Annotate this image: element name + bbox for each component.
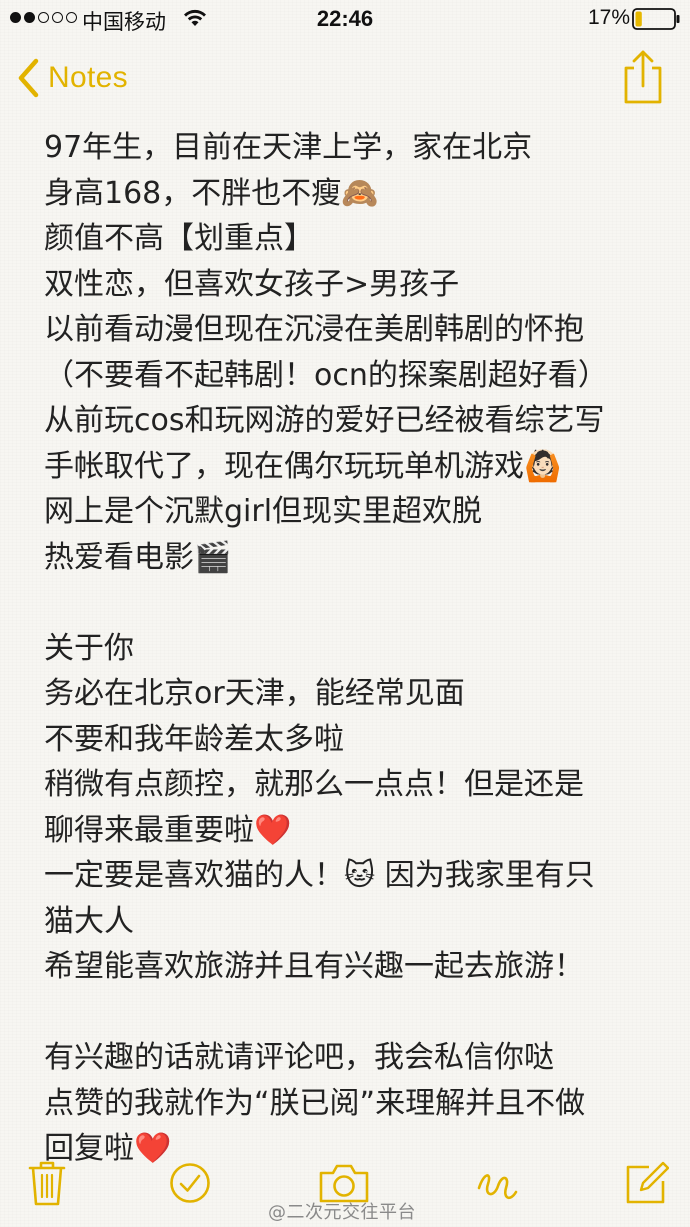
share-icon[interactable] bbox=[620, 48, 666, 106]
note-line: 双性恋，但喜欢女孩子>男孩子 bbox=[44, 266, 460, 302]
note-line: 颜值不高【划重点】 bbox=[44, 221, 314, 256]
note-line: （不要看不起韩剧！ocn的探案剧超好看） bbox=[44, 357, 608, 393]
note-line: 聊得来最重要啦❤️ bbox=[44, 812, 292, 848]
note-text-body[interactable]: 97年生，目前在天津上学，家在北京 身高168，不胖也不瘦🙈 颜值不高【划重点】双性… bbox=[44, 125, 664, 1172]
checkmark-icon[interactable] bbox=[169, 1162, 211, 1204]
note-line: 点赞的我就作为“朕已阅”来理解并且不做 bbox=[44, 1085, 586, 1121]
note-line: 身高168，不胖也不瘦🙈 bbox=[44, 175, 379, 211]
note-line: 一定要是喜欢猫的人！🐱 因为我家里有只 bbox=[44, 858, 595, 893]
note-line: 有兴趣的话就请评论吧，我会私信你哒 bbox=[44, 1040, 554, 1075]
note-line: 猫大人 bbox=[44, 903, 134, 939]
note-line: 从前玩cos和玩网游的爱好已经被看综艺写 bbox=[44, 403, 605, 438]
status-bar: 中国移动 22:46 17% bbox=[0, 0, 690, 38]
chevron-left-icon bbox=[18, 58, 39, 98]
note-line: 务必在北京or天津，能经常见面 bbox=[44, 676, 465, 711]
note-blank-line bbox=[44, 990, 664, 1036]
battery-icon bbox=[632, 8, 680, 30]
back-to-notes-button[interactable]: Notes bbox=[16, 54, 128, 102]
note-line: 不要和我年龄差太多啦 bbox=[44, 721, 344, 757]
sketch-icon[interactable] bbox=[474, 1164, 520, 1206]
note-line: 97年生，目前在天津上学，家在北京 bbox=[44, 130, 533, 165]
note-line: 稍微有点颜控，就那么一点点！但是还是 bbox=[44, 767, 584, 802]
note-blank-line bbox=[44, 580, 664, 626]
note-line: 希望能喜欢旅游并且有兴趣一起去旅游！ bbox=[44, 949, 584, 984]
note-line: 热爱看电影🎬 bbox=[44, 539, 232, 575]
trash-icon[interactable] bbox=[28, 1160, 66, 1208]
note-line: 手帐取代了，现在偶尔玩玩单机游戏🙆🏻 bbox=[44, 448, 562, 484]
back-button-label: Notes bbox=[48, 61, 128, 94]
note-line: 关于你 bbox=[44, 630, 134, 666]
compose-icon[interactable] bbox=[625, 1160, 669, 1206]
navigation-bar: Notes bbox=[0, 44, 690, 114]
watermark-text: @二次元交往平台 bbox=[268, 1202, 416, 1223]
battery-percent: 17% bbox=[588, 6, 631, 29]
note-line: 以前看动漫但现在沉浸在美剧韩剧的怀抱 bbox=[44, 312, 584, 347]
status-time: 22:46 bbox=[316, 6, 374, 31]
note-line: 网上是个沉默girl但现实里超欢脱 bbox=[44, 494, 483, 529]
